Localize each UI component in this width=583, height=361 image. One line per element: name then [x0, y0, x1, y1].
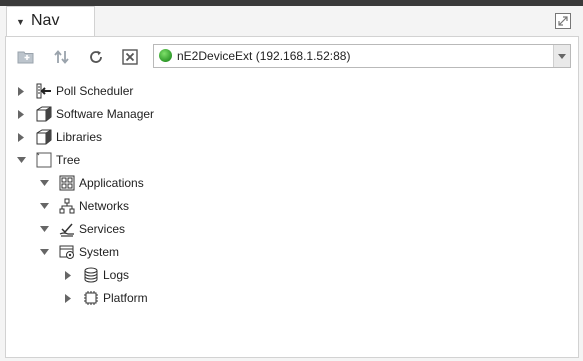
sort-button[interactable] [52, 47, 72, 67]
tree-item-label: Tree [56, 153, 81, 167]
tree-item-logs[interactable]: Logs [63, 265, 129, 285]
expand-icon[interactable] [63, 270, 73, 280]
cube-icon [36, 106, 52, 122]
tree-item-label: System [79, 245, 120, 259]
collapse-icon[interactable] [39, 178, 49, 188]
tree-item-system[interactable]: System [39, 242, 119, 262]
status-indicator [159, 49, 172, 62]
nav-panel: nE2DeviceExt (192.168.1.52:88) Poll Sche… [5, 36, 579, 358]
collapse-icon[interactable] [16, 155, 26, 165]
tree-item-software-manager[interactable]: Software Manager [16, 104, 154, 124]
caret-down-icon[interactable]: ▼ [16, 17, 25, 27]
nav-tab-title: Nav [31, 12, 60, 29]
nav-tab[interactable]: ▼ Nav [6, 6, 95, 36]
tree-item-platform[interactable]: Platform [63, 288, 148, 308]
expand-icon[interactable] [16, 132, 26, 142]
close-button[interactable] [120, 47, 140, 67]
tree-item-label: Applications [79, 176, 144, 190]
device-select-value: nE2DeviceExt (192.168.1.52:88) [177, 49, 351, 63]
applications-icon [59, 175, 75, 191]
sort-icon [54, 50, 69, 64]
folder-outline-icon [36, 152, 52, 168]
collapse-icon[interactable] [39, 247, 49, 257]
tree-item-poll-scheduler[interactable]: Poll Scheduler [16, 81, 133, 101]
device-select[interactable]: nE2DeviceExt (192.168.1.52:88) [153, 44, 571, 68]
tree-item-label: Poll Scheduler [56, 84, 134, 98]
tree-item-label: Platform [103, 291, 148, 305]
folder-add-icon [17, 51, 34, 64]
cube-icon [36, 129, 52, 145]
refresh-icon [90, 50, 102, 63]
poll-scheduler-icon [36, 83, 52, 99]
services-icon [59, 221, 75, 237]
maximize-icon[interactable] [555, 13, 571, 29]
chip-icon [83, 290, 99, 306]
chevron-down-icon[interactable] [553, 45, 570, 67]
refresh-button[interactable] [86, 47, 106, 67]
tree-item-tree[interactable]: Tree [16, 150, 80, 170]
tree-item-label: Software Manager [56, 107, 155, 121]
tree-item-libraries[interactable]: Libraries [16, 127, 102, 147]
tree-item-applications[interactable]: Applications [39, 173, 144, 193]
tree-item-label: Libraries [56, 130, 103, 144]
tree-item-networks[interactable]: Networks [39, 196, 129, 216]
network-icon [59, 198, 75, 214]
expand-icon[interactable] [63, 293, 73, 303]
tab-row: ▼ Nav [0, 6, 583, 36]
system-icon [59, 244, 75, 260]
collapse-icon[interactable] [39, 201, 49, 211]
nav-window: ▼ Nav nE2DeviceExt (192.168.1.52:88) Pol… [0, 0, 583, 361]
close-icon [122, 49, 138, 65]
collapse-icon[interactable] [39, 224, 49, 234]
new-folder-button[interactable] [16, 47, 36, 67]
nav-toolbar: nE2DeviceExt (192.168.1.52:88) [6, 37, 578, 77]
expand-icon[interactable] [16, 109, 26, 119]
tree-item-services[interactable]: Services [39, 219, 125, 239]
tree-item-label: Logs [103, 268, 130, 282]
expand-icon[interactable] [16, 86, 26, 96]
database-icon [83, 267, 99, 283]
tree-item-label: Networks [79, 199, 130, 213]
tree-item-label: Services [79, 222, 126, 236]
